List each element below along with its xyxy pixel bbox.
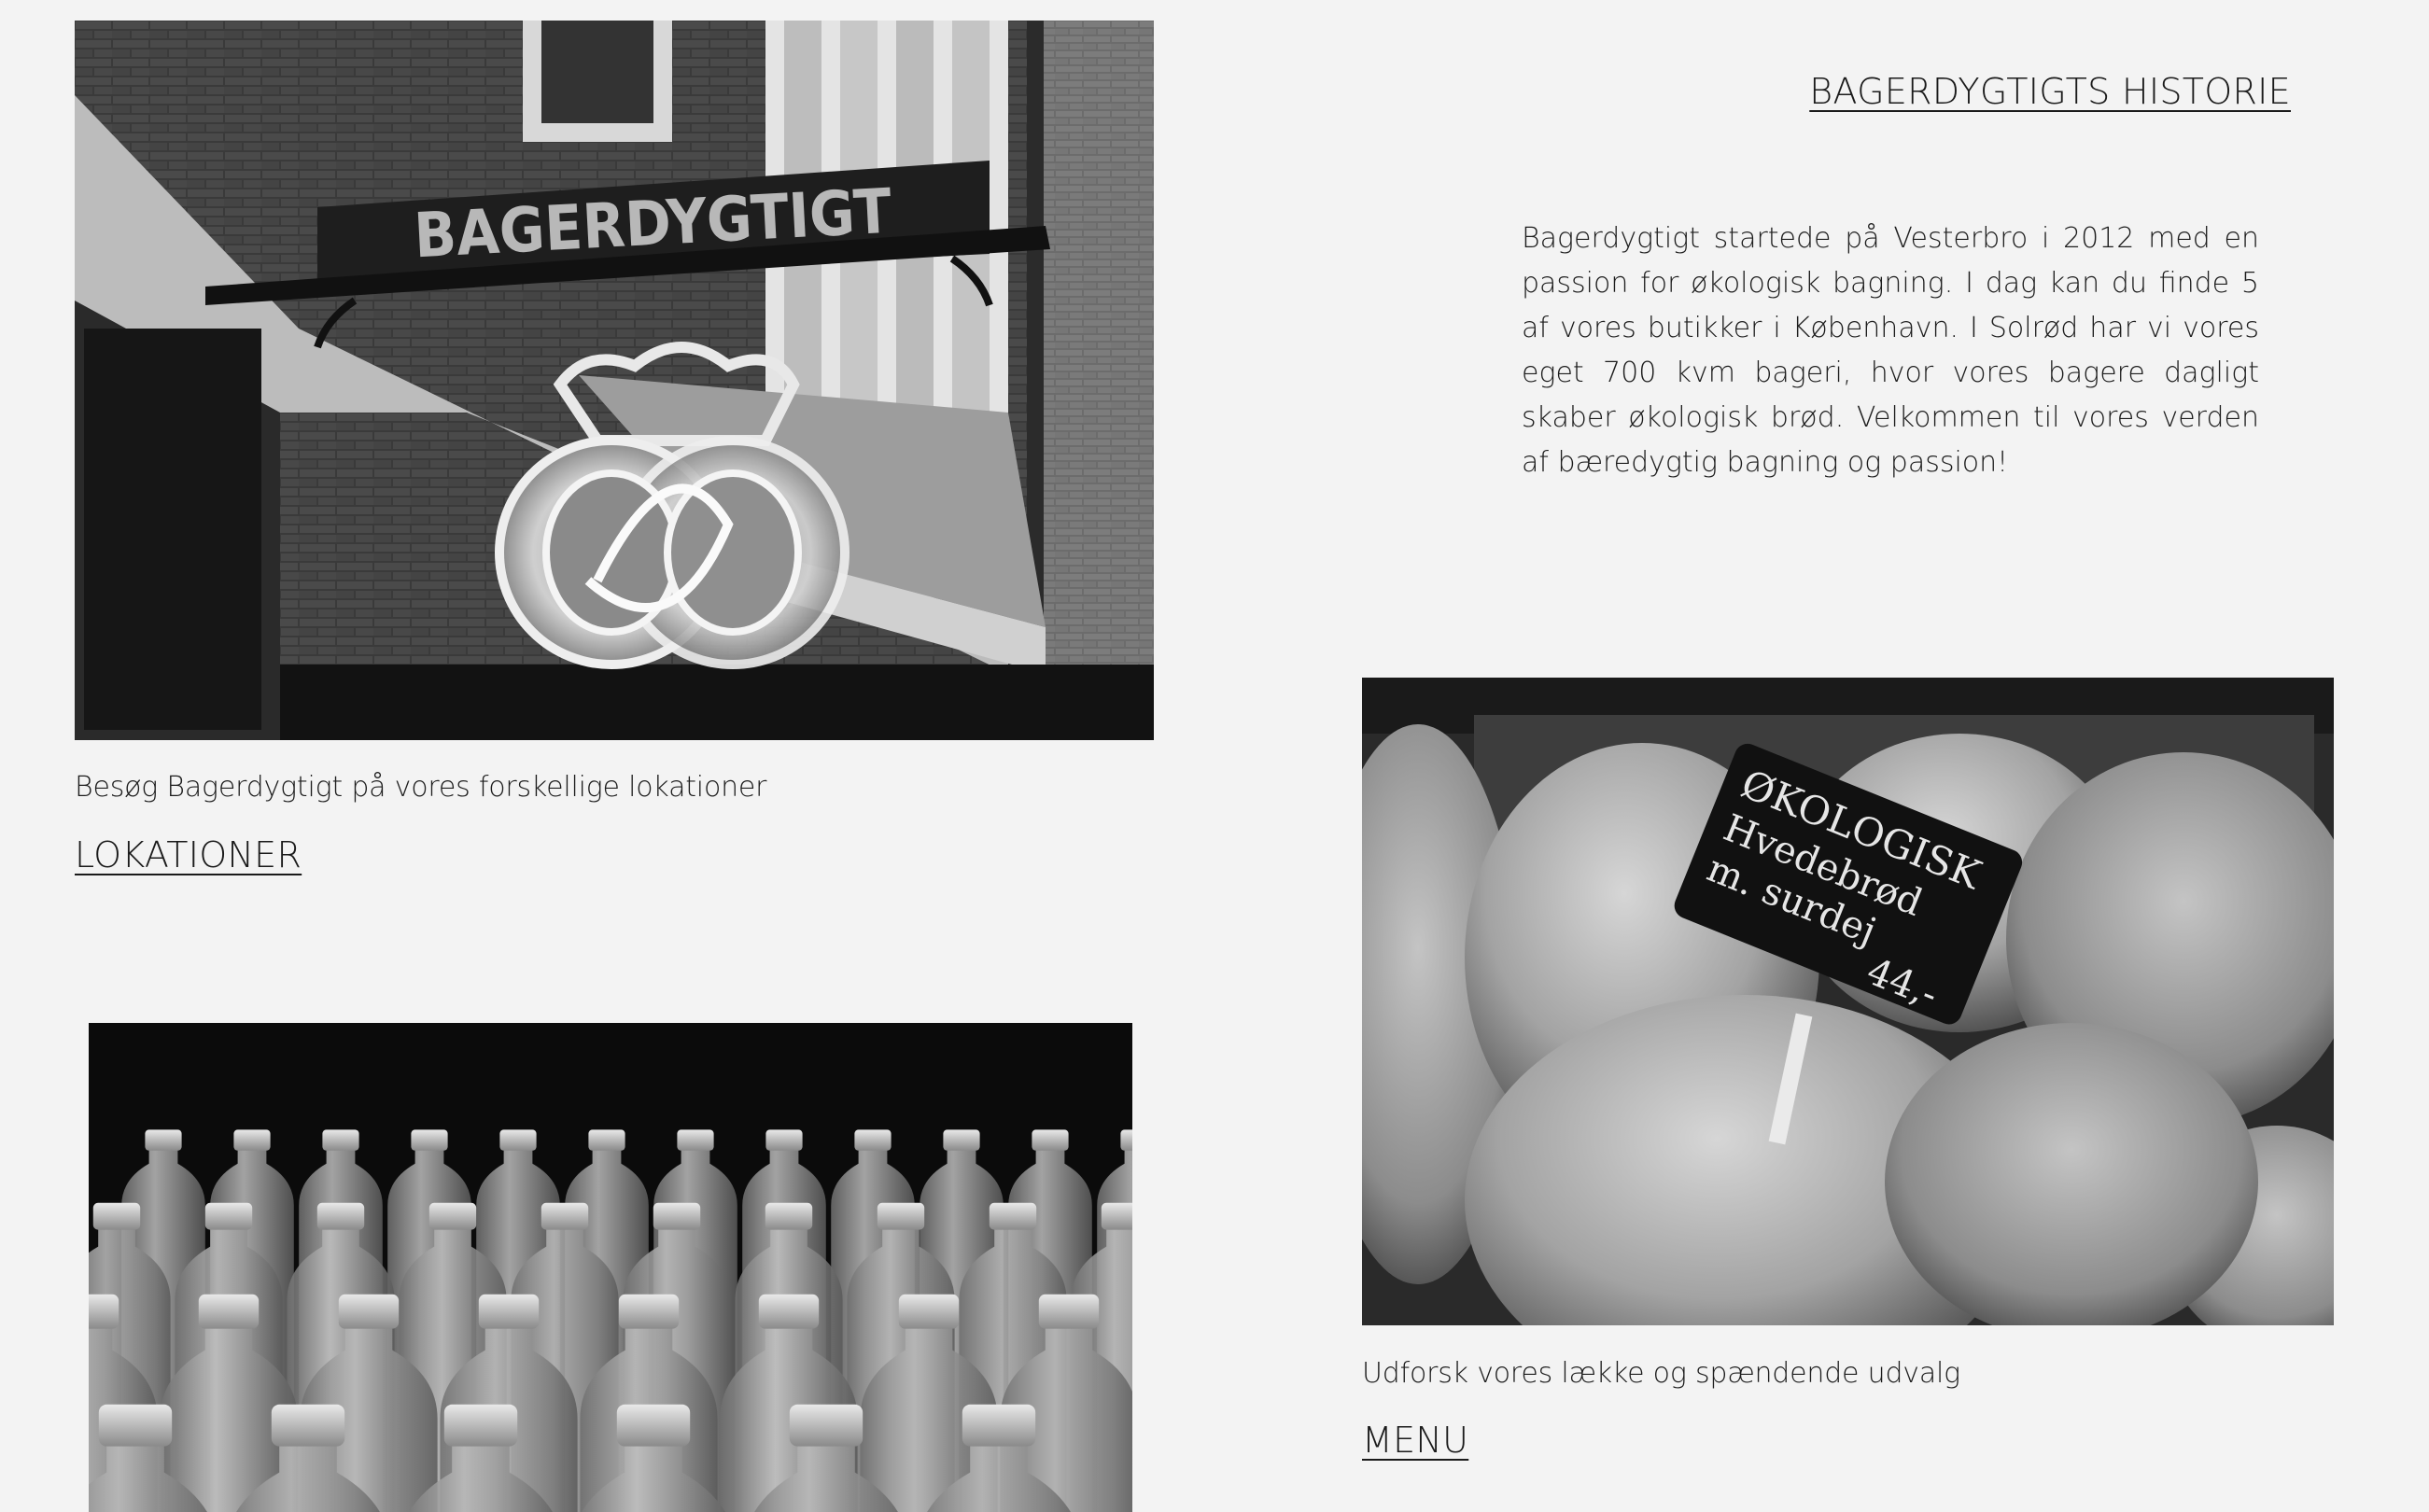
locations-link[interactable]: LOKATIONER: [75, 834, 302, 875]
menu-caption: Udforsk vores lække og spændende udvalg: [1362, 1357, 1960, 1390]
bakery-sign-photo: BAGERDYGTIGT: [75, 21, 1154, 740]
page: BAGERDYGTIGT BAGERDYGTIGTS HISTORIE Bage…: [0, 0, 2429, 1512]
locations-caption: Besøg Bagerdygtigt på vores forskellige …: [75, 771, 767, 804]
history-text: Bagerdygtigt startede på Vesterbro i 201…: [1522, 222, 2259, 479]
bread-photo: ØKOLOGISK Hvedebrød m. surdej 44,-: [1362, 678, 2334, 1325]
bottles-photo: [89, 1023, 1132, 1512]
menu-link[interactable]: MENU: [1362, 1420, 1468, 1461]
history-link[interactable]: BAGERDYGTIGTS HISTORIE: [1809, 71, 2291, 112]
